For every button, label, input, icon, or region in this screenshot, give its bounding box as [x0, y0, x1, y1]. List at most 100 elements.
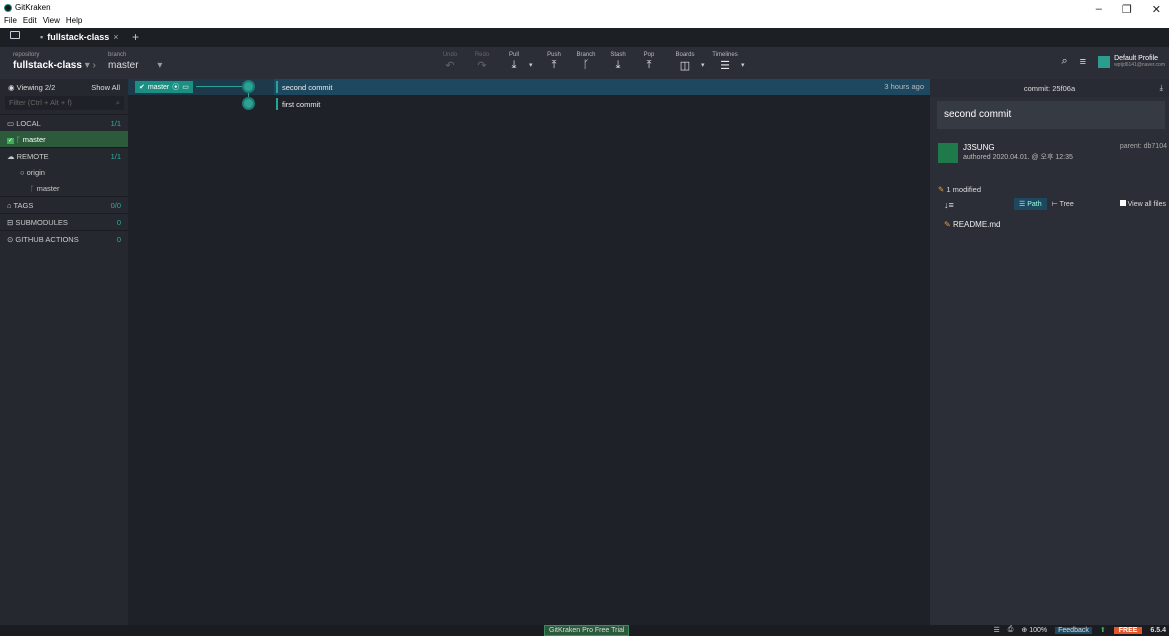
- stash-button[interactable]: Stash ⤓: [605, 52, 631, 72]
- pop-button[interactable]: Pop ⤒: [636, 52, 662, 72]
- timelines-button[interactable]: Timelines ☰: [708, 52, 742, 72]
- branch-pill-master[interactable]: ✔ master ⦿ ▭: [135, 81, 193, 93]
- undo-button[interactable]: Undo ↶: [437, 52, 463, 72]
- section-remote[interactable]: ☁ REMOTE 1/1: [0, 147, 128, 164]
- commit-row[interactable]: first commit: [128, 96, 930, 112]
- app-title: GitKraken: [4, 3, 51, 12]
- github-icon: ⦿: [172, 84, 180, 91]
- view-all-files-label: View all files: [1127, 201, 1166, 208]
- section-local-label: LOCAL: [16, 119, 41, 128]
- section-submodules[interactable]: ⊟ SUBMODULES 0: [0, 213, 128, 230]
- show-all-button[interactable]: Show All: [91, 83, 120, 92]
- sidebar-item-origin-master[interactable]: ᚴ master: [0, 180, 128, 196]
- branch-button[interactable]: Branch ᚴ: [573, 52, 599, 71]
- timelines-dropdown-icon[interactable]: ▾: [741, 61, 745, 69]
- upgrade-icon[interactable]: ⬆: [1100, 626, 1106, 634]
- section-local[interactable]: ▭ LOCAL 1/1: [0, 114, 128, 131]
- commit-detail-panel: commit: 25f06a ⤓ second commit J3SUNG au…: [930, 79, 1169, 625]
- menu-file[interactable]: File: [4, 16, 17, 25]
- redo-icon: ↷: [477, 60, 487, 72]
- section-actions-label: GITHUB ACTIONS: [15, 235, 79, 244]
- commit-subject[interactable]: second commit: [937, 101, 1165, 129]
- status-bar: GitKraken Pro Free Trial ☰ ⎙ ⊕ 100% Feed…: [0, 625, 1169, 636]
- folder-icon[interactable]: [10, 31, 20, 39]
- feedback-button[interactable]: Feedback: [1055, 626, 1092, 634]
- pull-icon: ⤓: [511, 59, 517, 71]
- list-icon[interactable]: ☰: [994, 626, 1000, 634]
- branch-icon: ᚴ: [30, 184, 35, 193]
- author-name: J3SUNG: [963, 143, 995, 152]
- pull-button[interactable]: Pull ⤓: [501, 52, 527, 72]
- branch-connector-line: [196, 86, 242, 87]
- redo-button[interactable]: Redo ↷: [469, 52, 495, 72]
- tree-icon: ⊢: [1051, 201, 1058, 208]
- zoom-indicator[interactable]: ⊕ 100%: [1021, 626, 1047, 634]
- branch-label: branch: [108, 52, 127, 58]
- repository-selector[interactable]: repository fullstack-class ▾ ›: [13, 52, 96, 71]
- minimize-button[interactable]: –: [1096, 3, 1102, 16]
- search-icon: ⌕: [115, 98, 120, 107]
- section-submodules-count: 0: [116, 218, 121, 227]
- commit-node-avatar[interactable]: [242, 80, 255, 93]
- boards-icon: ◫: [679, 60, 691, 72]
- view-all-files-checkbox[interactable]: View all files: [1119, 200, 1166, 208]
- section-tags[interactable]: ⌂ TAGS 0/0: [0, 196, 128, 213]
- push-button[interactable]: Push ⤒: [541, 52, 567, 72]
- pro-trial-button[interactable]: GitKraken Pro Free Trial: [544, 625, 630, 636]
- section-github-actions[interactable]: ⊙ GITHUB ACTIONS 0: [0, 230, 128, 247]
- filter-placeholder: Filter (Ctrl + Alt + f): [9, 98, 72, 107]
- commit-sha[interactable]: commit: 25f06a: [1024, 84, 1075, 93]
- branch-icon: ᚴ: [582, 59, 590, 71]
- parent-sha[interactable]: parent: db7104: [1120, 143, 1167, 150]
- laptop-icon: ▭: [182, 84, 189, 91]
- commit-author: J3SUNG authored 2020.04.01. @ 오후 12:35 p…: [938, 143, 1169, 163]
- chevron-down-icon: ▾: [157, 60, 163, 71]
- filter-input[interactable]: Filter (Ctrl + Alt + f) ⌕: [5, 96, 124, 110]
- file-item[interactable]: ✎ README.md: [944, 220, 1169, 229]
- viewing-count: Viewing 2/2: [16, 83, 56, 92]
- menu-edit[interactable]: Edit: [23, 16, 37, 25]
- menu-icon[interactable]: ≡: [1080, 56, 1086, 68]
- pull-dropdown-icon[interactable]: ▾: [529, 61, 533, 69]
- tab-close-icon[interactable]: ×: [113, 32, 118, 42]
- view-toggle: ☰ Path ⊢ Tree: [1014, 198, 1079, 210]
- boards-button[interactable]: Boards ◫: [672, 52, 698, 72]
- version-label: 6.5.4: [1150, 626, 1166, 634]
- new-tab-button[interactable]: +: [132, 30, 139, 44]
- sidebar-item-local-master[interactable]: ✓ ᚴ master: [0, 131, 128, 147]
- tab-label: fullstack-class: [47, 32, 110, 42]
- tree-view-button[interactable]: ⊢ Tree: [1047, 198, 1079, 210]
- branch-pill-label: master: [147, 83, 170, 91]
- eye-icon: ◉: [8, 83, 15, 92]
- viewing-row: ◉ Viewing 2/2 Show All: [0, 79, 128, 96]
- maximize-button[interactable]: ❐: [1122, 3, 1132, 16]
- path-view-button[interactable]: ☰ Path: [1014, 198, 1047, 210]
- profile-button[interactable]: Default Profile wptjd6141@naver.com: [1098, 55, 1165, 68]
- menu-view[interactable]: View: [43, 16, 60, 25]
- avatar: [938, 143, 958, 163]
- stash-icon: ⤓: [615, 59, 621, 71]
- left-panel: ◉ Viewing 2/2 Show All Filter (Ctrl + Al…: [0, 79, 128, 625]
- pencil-icon: ✎: [944, 220, 951, 229]
- tab-fullstack-class[interactable]: ▪ fullstack-class ×: [40, 32, 119, 42]
- close-button[interactable]: ✕: [1152, 3, 1161, 16]
- download-icon[interactable]: ⤓: [1160, 83, 1163, 93]
- chevron-down-icon: ▾ ›: [84, 60, 96, 71]
- print-icon[interactable]: ⎙: [1008, 626, 1014, 634]
- menu-help[interactable]: Help: [66, 16, 82, 25]
- sidebar-item-origin[interactable]: ○ origin: [0, 164, 128, 180]
- boards-dropdown-icon[interactable]: ▾: [701, 61, 705, 69]
- check-icon: ✔: [139, 84, 145, 91]
- commit-message: first commit: [282, 100, 321, 109]
- sort-icon[interactable]: ↓≡: [944, 200, 954, 210]
- branch-selector[interactable]: branch master ▾: [108, 52, 162, 71]
- menu-bar: File Edit View Help: [4, 16, 82, 25]
- search-icon[interactable]: ⌕: [1061, 55, 1067, 68]
- file-name: README.md: [952, 220, 1001, 229]
- list-icon: ☰: [1019, 201, 1026, 208]
- laptop-icon: ▭: [7, 119, 15, 128]
- commit-tick: [276, 81, 278, 93]
- free-badge[interactable]: FREE: [1113, 626, 1143, 634]
- cloud-icon: ☁: [7, 152, 15, 161]
- profile-name: Default Profile: [1114, 55, 1159, 62]
